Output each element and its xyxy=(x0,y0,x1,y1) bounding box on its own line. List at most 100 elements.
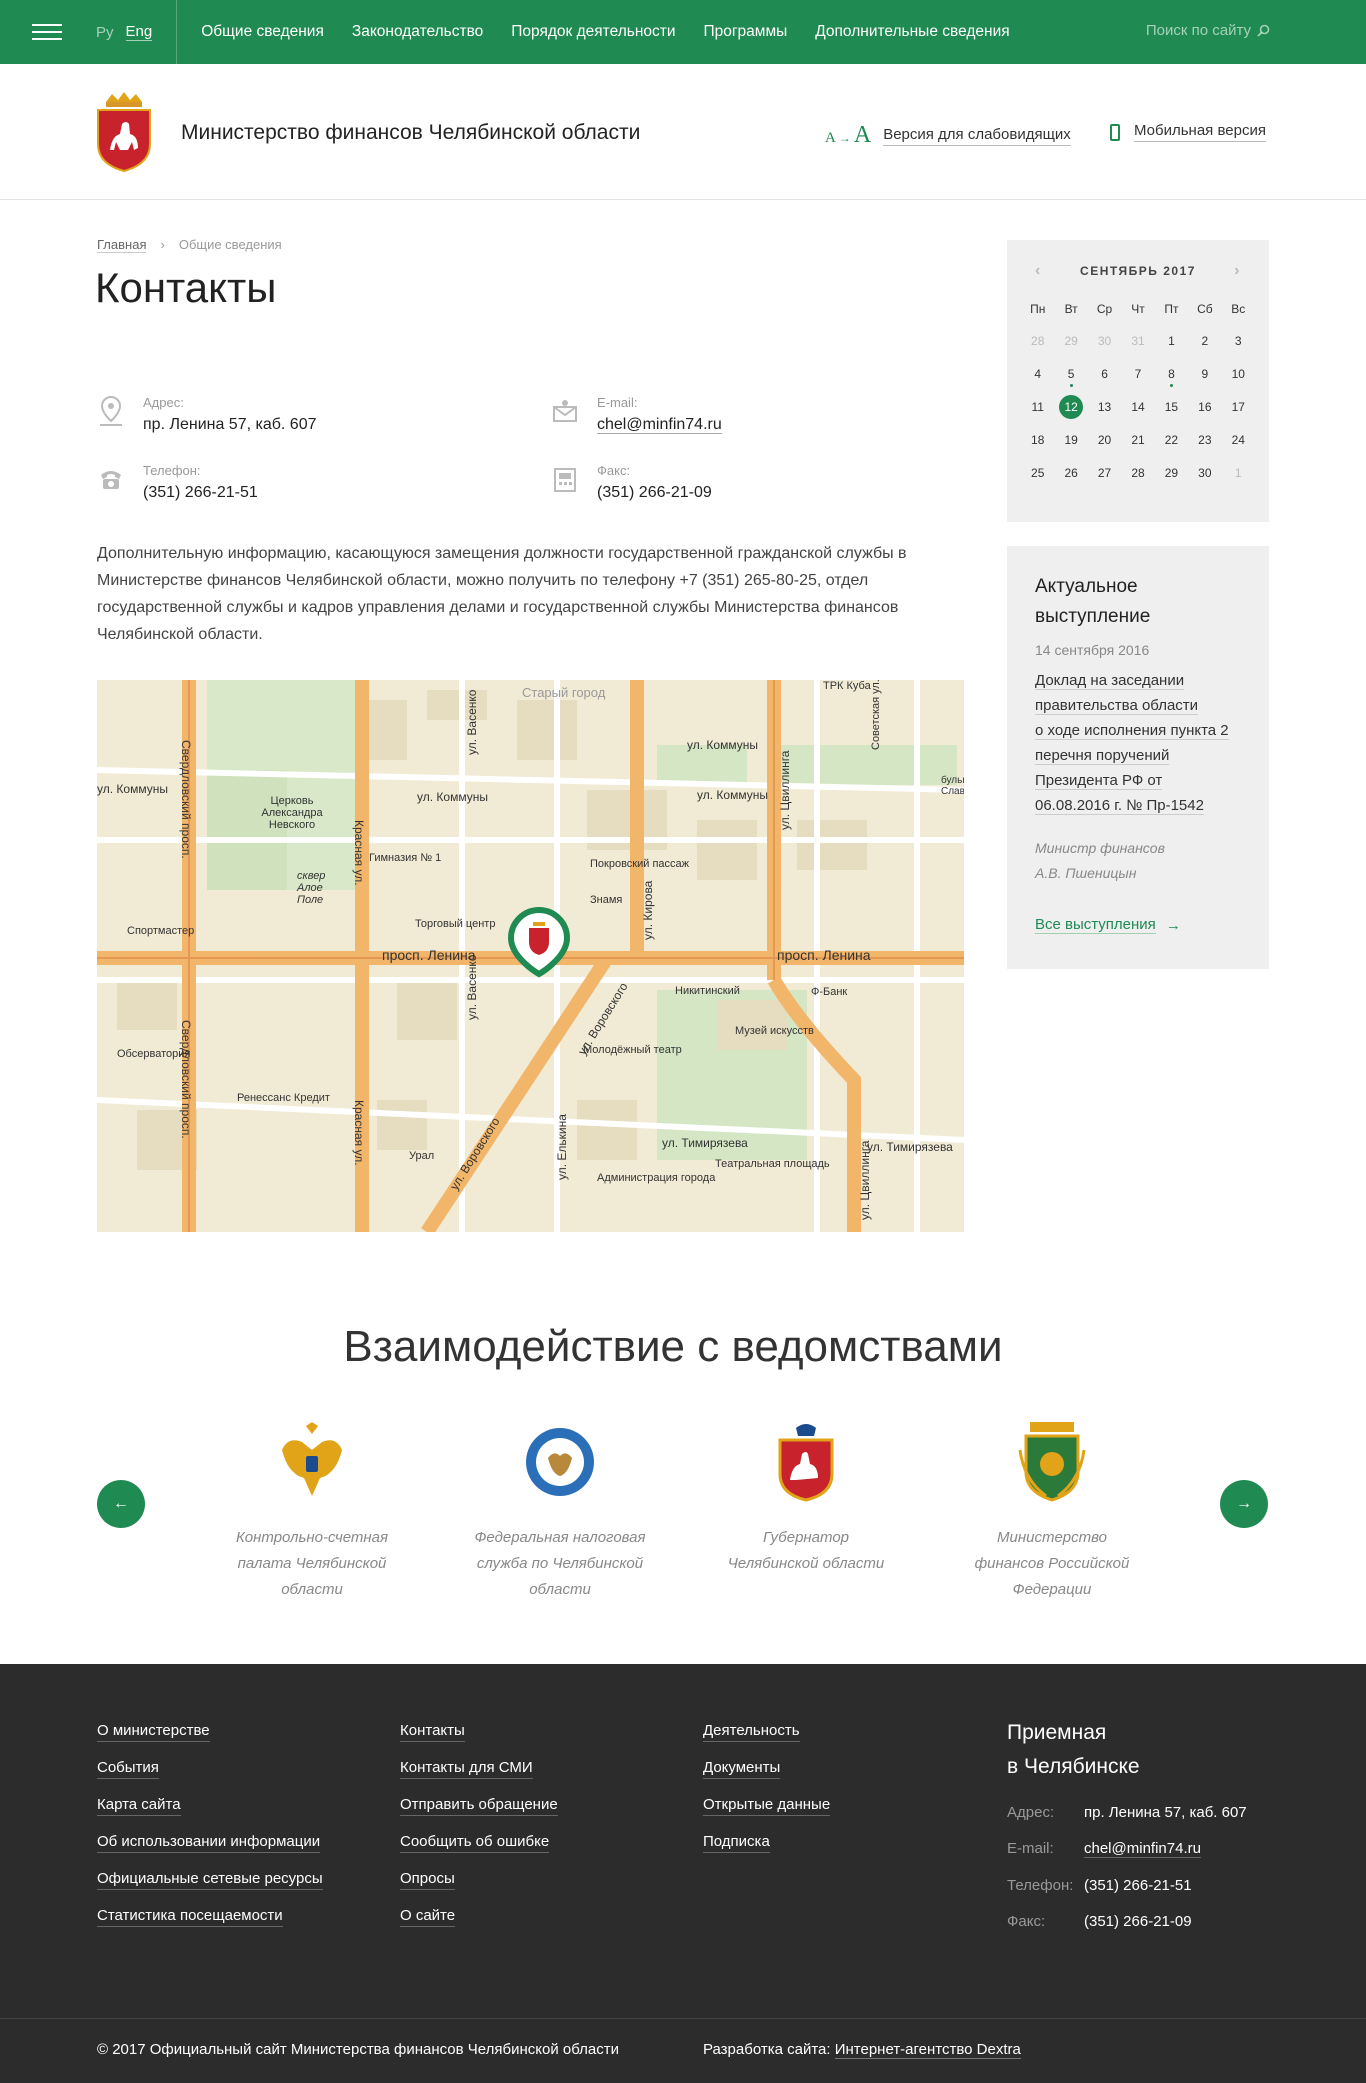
events-calendar: ‹ СЕНТЯБРЬ 2017 › Пн Вт Ср Чт Пт Сб Вс 28 29 30 31… xyxy=(1007,240,1269,522)
page-title: Контакты xyxy=(95,264,277,311)
envelope-person-icon xyxy=(553,400,577,422)
chevron-left-icon[interactable]: ‹ xyxy=(1035,262,1042,280)
calendar-day[interactable]: 16 xyxy=(1188,394,1221,421)
calendar-day[interactable]: 1 xyxy=(1222,460,1255,487)
partner-name[interactable]: Губернатор Челябинской области xyxy=(716,1525,896,1577)
footer-link[interactable]: События xyxy=(97,1759,159,1779)
calendar-day[interactable]: 8 xyxy=(1155,361,1188,388)
lang-ru-link[interactable]: Ру xyxy=(96,24,114,41)
calendar-day[interactable]: 31 xyxy=(1121,328,1154,355)
low-vision-version-link[interactable]: A → A Версия для слабовидящих xyxy=(825,122,1071,149)
partner-name[interactable]: Федеральная налоговая служба по Челябинс… xyxy=(470,1525,650,1603)
calendar-day[interactable]: 23 xyxy=(1188,427,1221,454)
footer-link[interactable]: Опросы xyxy=(400,1870,455,1890)
footer-link[interactable]: Статистика посещаемости xyxy=(97,1907,283,1927)
nav-additional-info[interactable]: Дополнительные сведения xyxy=(815,23,1009,41)
additional-info-text: Дополнительную информацию, касающуюся за… xyxy=(97,545,907,643)
calendar-day[interactable]: 4 xyxy=(1021,361,1054,388)
map-label-gymnasium: Гимназия № 1 xyxy=(369,852,442,864)
calendar-day[interactable]: 25 xyxy=(1021,460,1054,487)
calendar-day[interactable]: 17 xyxy=(1222,394,1255,421)
partner-item[interactable]: Федеральная налоговая служба по Челябинс… xyxy=(470,1420,650,1603)
lang-en-link[interactable]: Eng xyxy=(125,23,153,41)
calendar-day[interactable]: 14 xyxy=(1121,394,1154,421)
chevron-right-icon: › xyxy=(160,237,165,252)
site-header: Министерство финансов Челябинской област… xyxy=(0,64,1366,200)
footer-link[interactable]: Открытые данные xyxy=(703,1796,831,1816)
calendar-day[interactable]: 10 xyxy=(1222,361,1255,388)
calendar-day[interactable]: 24 xyxy=(1222,427,1255,454)
current-speech: Актуальное выступление 14 сентября 2016 … xyxy=(1007,546,1269,969)
calendar-day[interactable]: 26 xyxy=(1054,460,1087,487)
location-map[interactable]: Старый город просп. Ленина просп. Ленина… xyxy=(97,680,964,1232)
footer-link[interactable]: Контакты xyxy=(400,1722,465,1742)
carousel-prev-button[interactable]: ← xyxy=(97,1480,145,1528)
footer-link[interactable]: О сайте xyxy=(400,1907,456,1927)
calendar-day[interactable]: 27 xyxy=(1088,460,1121,487)
footer-link[interactable]: Документы xyxy=(703,1759,781,1779)
calendar-day[interactable]: 12 xyxy=(1054,394,1087,421)
footer-link[interactable]: Деятельность xyxy=(703,1722,800,1742)
calendar-day[interactable]: 28 xyxy=(1021,328,1054,355)
nav-procedures[interactable]: Порядок деятельности xyxy=(511,23,675,41)
breadcrumb-home[interactable]: Главная xyxy=(97,237,147,253)
calendar-day[interactable]: 11 xyxy=(1021,394,1054,421)
calendar-day[interactable]: 13 xyxy=(1088,394,1121,421)
map-label-square: сквер Алое Поле xyxy=(297,870,326,906)
footer-link[interactable]: Сообщить об ошибке xyxy=(400,1833,550,1853)
email-link[interactable]: chel@minfin74.ru xyxy=(597,416,722,434)
search-icon[interactable] xyxy=(1257,24,1270,37)
site-search[interactable]: Поиск по сайту xyxy=(1146,22,1270,39)
calendar-day[interactable]: 6 xyxy=(1088,361,1121,388)
partner-name[interactable]: Министерство финансов Российской Федерац… xyxy=(962,1525,1142,1603)
arrow-right-icon: → xyxy=(1236,1495,1252,1512)
nav-general-info[interactable]: Общие сведения xyxy=(201,23,324,41)
calendar-day[interactable]: 15 xyxy=(1155,394,1188,421)
all-speeches-link[interactable]: Все выступления → xyxy=(1035,916,1241,934)
calendar-day[interactable]: 18 xyxy=(1021,427,1054,454)
nav-legislation[interactable]: Законодательство xyxy=(352,23,483,41)
mobile-version-link[interactable]: Мобильная версия xyxy=(1110,122,1266,142)
menu-icon[interactable] xyxy=(32,24,62,40)
calendar-day[interactable]: 21 xyxy=(1121,427,1154,454)
footer-link[interactable]: Подписка xyxy=(703,1833,770,1853)
ministry-name[interactable]: Министерство финансов Челябинской област… xyxy=(181,121,640,145)
chevron-right-icon[interactable]: › xyxy=(1234,262,1241,280)
calendar-day[interactable]: 29 xyxy=(1054,328,1087,355)
calendar-day[interactable]: 28 xyxy=(1121,460,1154,487)
partner-name[interactable]: Контрольно-счетная палата Челябинской об… xyxy=(222,1525,402,1603)
footer-link[interactable]: О министерстве xyxy=(97,1722,210,1742)
footer-link[interactable]: Официальные сетевые ресурсы xyxy=(97,1870,323,1890)
mobile-version-label[interactable]: Мобильная версия xyxy=(1134,122,1266,142)
calendar-day[interactable]: 22 xyxy=(1155,427,1188,454)
calendar-day[interactable]: 19 xyxy=(1054,427,1087,454)
font-size-icon: A → A xyxy=(825,122,872,148)
footer-link[interactable]: Контакты для СМИ xyxy=(400,1759,533,1779)
calendar-day[interactable]: 29 xyxy=(1155,460,1188,487)
footer-link[interactable]: Об использовании информации xyxy=(97,1833,321,1853)
calendar-day[interactable]: 1 xyxy=(1155,328,1188,355)
calendar-day[interactable]: 30 xyxy=(1188,460,1221,487)
carousel-next-button[interactable]: → xyxy=(1220,1480,1268,1528)
calendar-day[interactable]: 7 xyxy=(1121,361,1154,388)
partner-item[interactable]: Губернатор Челябинской области xyxy=(716,1420,896,1577)
calendar-day[interactable]: 30 xyxy=(1088,328,1121,355)
partner-item[interactable]: Контрольно-счетная палата Челябинской об… xyxy=(222,1420,402,1603)
low-vision-label[interactable]: Версия для слабовидящих xyxy=(883,126,1071,146)
speech-link[interactable]: Доклад на заседании правительства област… xyxy=(1035,668,1241,818)
breadcrumb-current[interactable]: Общие сведения xyxy=(179,237,282,253)
developer-link[interactable]: Интернет-агентство Dextra xyxy=(834,2041,1021,2059)
calendar-day[interactable]: 5 xyxy=(1054,361,1087,388)
calendar-day[interactable]: 3 xyxy=(1222,328,1255,355)
footer-link[interactable]: Отправить обращение xyxy=(400,1796,558,1816)
footer-link[interactable]: Карта сайта xyxy=(97,1796,181,1816)
nav-programs[interactable]: Программы xyxy=(704,23,788,41)
calendar-day[interactable]: 20 xyxy=(1088,427,1121,454)
chelyabinsk-crest-logo[interactable] xyxy=(96,92,152,172)
partner-item[interactable]: Министерство финансов Российской Федерац… xyxy=(962,1420,1142,1603)
search-input-placeholder[interactable]: Поиск по сайту xyxy=(1146,22,1251,39)
minfin-rf-emblem-icon xyxy=(1018,1422,1086,1502)
calendar-day[interactable]: 9 xyxy=(1188,361,1221,388)
calendar-day[interactable]: 2 xyxy=(1188,328,1221,355)
map-label-administration: Администрация города xyxy=(597,1172,716,1184)
